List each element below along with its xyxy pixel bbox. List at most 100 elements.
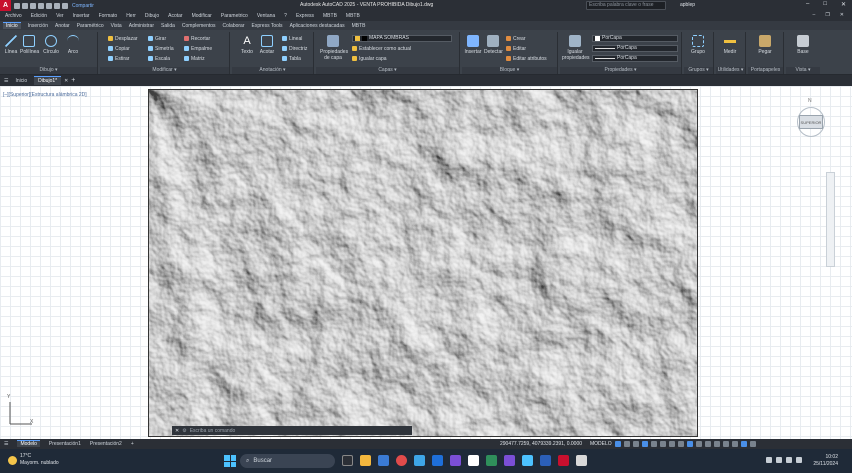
panel-title-vista[interactable]: Vista ▾ xyxy=(786,67,820,74)
command-settings-icon[interactable]: ⚙ xyxy=(182,428,186,434)
ribbon-tab[interactable]: Salida xyxy=(161,23,175,29)
paste-button[interactable]: Pegar xyxy=(756,35,774,55)
ribbon-tab[interactable]: Inicio xyxy=(3,22,21,29)
arc-button[interactable]: Arco xyxy=(64,35,82,55)
array-button[interactable]: Matriz xyxy=(184,55,205,62)
menu-item[interactable]: Herr xyxy=(126,13,136,19)
ribbon-tab[interactable]: Aplicaciones destacadas xyxy=(290,23,345,29)
measure-button[interactable]: Medir xyxy=(721,35,739,55)
minimize-icon[interactable]: – xyxy=(806,1,809,8)
undo-icon[interactable] xyxy=(54,2,60,9)
detect-button[interactable]: Detectar xyxy=(484,35,503,55)
model-space-toggle[interactable]: MODELO xyxy=(590,441,612,447)
navigation-bar[interactable] xyxy=(826,172,835,267)
autocad-logo[interactable]: A xyxy=(0,0,11,11)
command-line[interactable]: ✕ ⚙ Escriba un comando xyxy=(172,426,412,435)
store-icon[interactable] xyxy=(468,455,479,466)
menu-item[interactable]: Ventana xyxy=(257,13,275,19)
redo-icon[interactable] xyxy=(62,2,68,9)
tab-presentacion1[interactable]: Presentación1 xyxy=(49,441,81,447)
transparency-icon[interactable] xyxy=(678,441,684,447)
drawing-close-icon[interactable]: ✕ xyxy=(840,12,844,18)
osnap-icon[interactable] xyxy=(651,441,657,447)
save-as-icon[interactable] xyxy=(38,2,44,9)
panel-title-dibujo[interactable]: Dibujo ▾ xyxy=(0,67,97,74)
file-explorer-icon[interactable] xyxy=(360,455,371,466)
ribbon-tab[interactable]: Express Tools xyxy=(252,23,283,29)
tab-dibujo1[interactable]: Dibujo1* xyxy=(34,76,62,85)
menu-item[interactable]: Modificar xyxy=(192,13,212,19)
viewcube-face[interactable]: SUPERIOR xyxy=(799,115,823,129)
new-tab-icon[interactable]: + xyxy=(71,77,75,84)
chrome-icon[interactable] xyxy=(396,455,407,466)
menu-item[interactable]: Parametrico xyxy=(221,13,248,19)
stretch-button[interactable]: Estirar xyxy=(108,55,129,62)
weather-widget[interactable]: 17°C Mayorm. nublado xyxy=(8,453,59,467)
ribbon-tab[interactable]: Paramétrico xyxy=(77,23,104,29)
panel-title-anotacion[interactable]: Anotación ▾ xyxy=(232,67,313,74)
outlook-icon[interactable] xyxy=(432,455,443,466)
app-icon[interactable] xyxy=(576,455,587,466)
ribbon-tab[interactable]: MBTB xyxy=(352,23,366,29)
visual-studio-icon[interactable] xyxy=(504,455,515,466)
layer-dropdown[interactable]: MAPA SOMBRAS xyxy=(352,35,452,42)
word-icon[interactable] xyxy=(540,455,551,466)
dimension-button[interactable]: Acotar xyxy=(258,35,276,55)
viewcube[interactable]: N SUPERIOR xyxy=(795,95,827,170)
close-command-icon[interactable]: ✕ xyxy=(175,428,179,434)
menu-item[interactable]: Dibujo xyxy=(145,13,159,19)
photos-icon[interactable] xyxy=(522,455,533,466)
circle-button[interactable]: Círculo xyxy=(42,35,60,55)
layer-properties-button[interactable]: Propiedades de capa xyxy=(320,35,348,61)
isolate-icon[interactable] xyxy=(714,441,720,447)
panel-title-grupos[interactable]: Grupos ▾ xyxy=(684,67,713,74)
close-icon[interactable]: ✕ xyxy=(841,1,846,8)
hardware-accel-icon[interactable] xyxy=(723,441,729,447)
copy-button[interactable]: Copiar xyxy=(108,45,130,52)
viewport-controls[interactable]: [–][Superior][Estructura alámbrica 2D] xyxy=(3,92,87,98)
lineweight-icon[interactable] xyxy=(669,441,675,447)
menu-item[interactable]: Archivo xyxy=(5,13,22,19)
menu-item[interactable]: Formato xyxy=(99,13,118,19)
grid-icon[interactable] xyxy=(615,441,621,447)
customize-icon[interactable] xyxy=(741,441,747,447)
ribbon-tab[interactable]: Vista xyxy=(111,23,122,29)
lineweight-dropdown[interactable]: PorCapa xyxy=(592,45,678,52)
edge-icon[interactable] xyxy=(414,455,425,466)
base-view-button[interactable]: Base xyxy=(794,35,812,55)
polyline-button[interactable]: Polilínea xyxy=(20,35,39,55)
otrack-icon[interactable] xyxy=(660,441,666,447)
edit-attributes-button[interactable]: Editar atributos xyxy=(506,55,547,62)
linetype-dropdown[interactable]: PorCapa xyxy=(592,55,678,62)
close-tab-icon[interactable]: ✕ xyxy=(64,78,68,84)
print-icon[interactable] xyxy=(46,2,52,9)
maximize-icon[interactable]: □ xyxy=(823,1,827,8)
new-icon[interactable] xyxy=(14,2,20,9)
task-view-icon[interactable] xyxy=(342,455,353,466)
status-menu-icon[interactable] xyxy=(750,441,756,447)
menu-item[interactable]: Ver xyxy=(56,13,64,19)
app-menu-icon[interactable]: ☰ xyxy=(4,78,8,84)
help-search-input[interactable]: Escriba palabra clave o frase xyxy=(586,1,666,10)
panel-title-bloque[interactable]: Bloque ▾ xyxy=(462,67,557,74)
menu-item[interactable]: Edición xyxy=(31,13,47,19)
ortho-icon[interactable] xyxy=(633,441,639,447)
menu-item[interactable]: Express xyxy=(296,13,314,19)
panel-title-portapapeles[interactable]: Portapapeles xyxy=(748,67,783,74)
text-button[interactable]: A Texto xyxy=(238,35,256,55)
ribbon-tab[interactable]: Colaborar xyxy=(223,23,245,29)
teams-icon[interactable] xyxy=(378,455,389,466)
linear-dim-button[interactable]: Lineal xyxy=(282,35,302,42)
insert-block-button[interactable]: Insertar xyxy=(464,35,482,55)
drawing-minimize-icon[interactable]: – xyxy=(813,12,816,18)
table-button[interactable]: Tabla xyxy=(282,55,301,62)
battery-icon[interactable] xyxy=(796,457,802,463)
layout-menu-icon[interactable]: ☰ xyxy=(4,441,8,447)
ribbon-tab[interactable]: Anotar xyxy=(55,23,70,29)
panel-title-utilidades[interactable]: Utilidades ▾ xyxy=(716,67,745,74)
ribbon-tab[interactable]: Complementos xyxy=(182,23,216,29)
match-properties-button[interactable]: Igualar propiedades xyxy=(562,35,590,61)
drawing-restore-icon[interactable]: ❐ xyxy=(825,12,829,18)
menu-item[interactable]: ? xyxy=(284,13,287,19)
units-icon[interactable] xyxy=(705,441,711,447)
